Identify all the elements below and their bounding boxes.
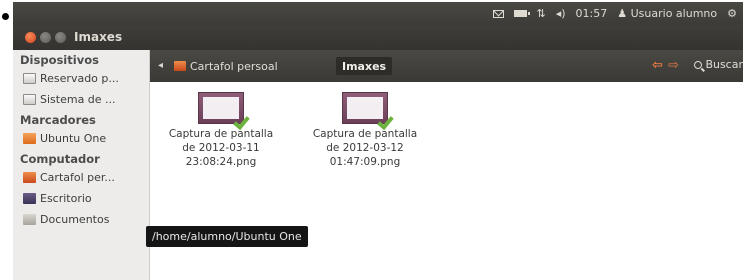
network-icon[interactable]: ⇅ — [537, 8, 546, 19]
user-menu[interactable]: ♟ Usuario alumno — [617, 8, 717, 19]
sidebar-item-home[interactable]: Cartafol per... — [13, 167, 149, 188]
window-titlebar[interactable]: Imaxes — [13, 25, 743, 50]
file-item[interactable]: Captura de pantalla de 2012-03-11 23:08:… — [156, 92, 286, 169]
forward-arrow-icon[interactable]: ⇨ — [668, 58, 679, 73]
drive-icon — [23, 94, 36, 105]
documents-folder-icon — [23, 214, 36, 225]
home-folder-icon — [174, 61, 186, 71]
file-name-line: de 2012-03-12 — [326, 142, 404, 154]
sidebar-item-desktop[interactable]: Escritorio — [13, 188, 149, 209]
path-tooltip: /home/alumno/Ubuntu One — [146, 226, 308, 247]
desktop-icon — [23, 193, 36, 204]
file-item[interactable]: Captura de pantalla de 2012-03-12 01:47:… — [300, 92, 430, 169]
top-panel: ⇅ ◂) 01:57 ♟ Usuario alumno ⚙ — [13, 2, 743, 25]
file-name-line: 01:47:09.png — [329, 156, 401, 168]
mail-icon[interactable] — [492, 9, 504, 18]
search-label: Buscar — [705, 58, 743, 71]
breadcrumb-label: Cartafol persoal — [190, 59, 278, 73]
file-name-line: de 2012-03-11 — [182, 142, 260, 154]
sidebar-heading-devices: Dispositivos — [20, 53, 99, 67]
sidebar-item-label: Cartafol per... — [40, 171, 115, 184]
bullet-marker — [2, 13, 9, 20]
user-icon: ♟ — [617, 7, 628, 20]
sidebar-item-label: Escritorio — [40, 192, 92, 205]
volume-icon[interactable]: ◂) — [556, 8, 566, 19]
clock[interactable]: 01:57 — [576, 8, 608, 19]
breadcrumb-current[interactable]: Imaxes — [336, 57, 393, 75]
image-thumbnail — [342, 92, 388, 124]
battery-icon[interactable] — [513, 10, 530, 17]
sidebar: Dispositivos Reservado p... Sistema de .… — [13, 50, 150, 280]
maximize-button[interactable] — [55, 32, 66, 43]
sidebar-item-label: Reservado p... — [40, 72, 119, 85]
indicator-area: ⇅ ◂) 01:57 ♟ Usuario alumno ⚙ — [492, 2, 737, 25]
sidebar-item-system-drive[interactable]: Sistema de ... — [13, 89, 149, 110]
breadcrumb-back-icon[interactable]: ◂ — [158, 60, 163, 71]
sidebar-item-label: Ubuntu One — [40, 132, 107, 145]
back-arrow-icon[interactable]: ⇦ — [652, 58, 663, 73]
search-button[interactable]: Buscar — [694, 58, 743, 71]
home-folder-icon — [23, 172, 36, 183]
file-view[interactable]: Captura de pantalla de 2012-03-11 23:08:… — [150, 82, 743, 280]
breadcrumb-home[interactable]: Cartafol persoal — [170, 57, 282, 75]
gear-icon[interactable]: ⚙ — [727, 8, 737, 19]
file-name-line: Captura de pantalla — [312, 128, 418, 140]
sidebar-item-label: Documentos — [40, 213, 110, 226]
sidebar-heading-computer: Computador — [20, 152, 100, 166]
minimize-button[interactable] — [40, 32, 51, 43]
sidebar-item-ubuntu-one[interactable]: Ubuntu One — [13, 128, 149, 149]
search-icon — [694, 60, 703, 69]
toolbar: ◂ Cartafol persoal Imaxes ⇦ ⇨ Buscar — [150, 50, 743, 82]
check-icon — [233, 114, 249, 128]
close-button[interactable] — [25, 32, 36, 43]
screenshot-frame: ⇅ ◂) 01:57 ♟ Usuario alumno ⚙ Imaxes Dis… — [13, 2, 743, 280]
user-name: Usuario alumno — [630, 7, 718, 20]
folder-icon — [23, 133, 36, 144]
file-name-line: Captura de pantalla — [168, 128, 274, 140]
drive-icon — [23, 73, 36, 84]
window-title: Imaxes — [74, 30, 123, 44]
file-name-line: 23:08:24.png — [185, 156, 257, 168]
sidebar-heading-bookmarks: Marcadores — [20, 113, 96, 127]
check-icon — [377, 114, 393, 128]
sidebar-item-label: Sistema de ... — [40, 93, 116, 106]
image-thumbnail — [198, 92, 244, 124]
sidebar-item-documents[interactable]: Documentos — [13, 209, 149, 230]
sidebar-item-reserved-drive[interactable]: Reservado p... — [13, 68, 149, 89]
